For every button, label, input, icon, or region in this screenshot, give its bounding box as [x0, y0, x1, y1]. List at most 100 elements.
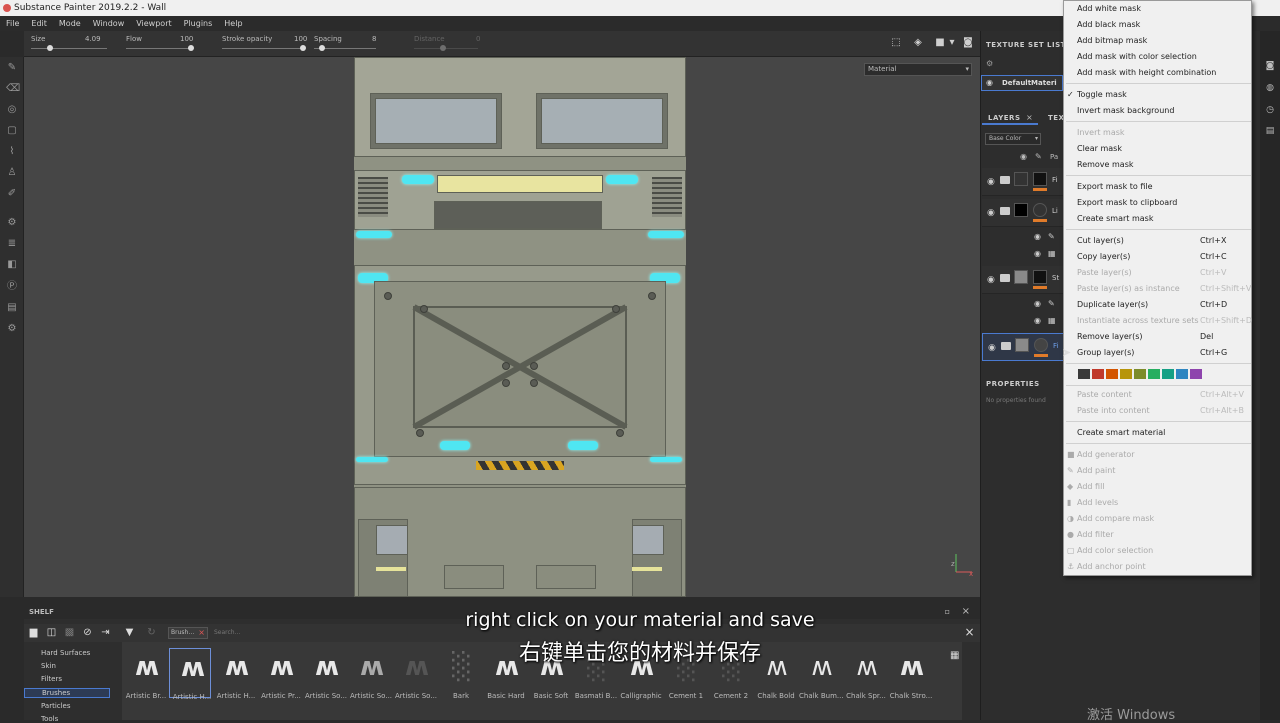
menu-cut-layers[interactable]: Cut layer(s): [1077, 235, 1124, 247]
eye-icon[interactable]: ◉: [1034, 299, 1041, 308]
history-icon[interactable]: ◷: [1265, 105, 1275, 115]
menu-mode[interactable]: Mode: [53, 16, 87, 31]
eye-icon[interactable]: ◉: [1034, 249, 1041, 258]
shelf-category[interactable]: Filters: [41, 675, 62, 683]
stroke-opacity-slider[interactable]: [222, 48, 304, 49]
eye-icon[interactable]: ◉: [986, 78, 993, 87]
menu-duplicate-layers[interactable]: Duplicate layer(s): [1077, 299, 1148, 311]
shelf-search-input[interactable]: Search...: [214, 627, 954, 639]
layer-row[interactable]: ◉ St: [982, 266, 1064, 294]
filter-icon[interactable]: ▼: [124, 627, 135, 638]
brush-thumbnail[interactable]: ʍ Chalk Spr...: [844, 648, 886, 700]
hide-icon[interactable]: ⊘: [82, 627, 93, 638]
brush-thumbnail[interactable]: ʍ Artistic Br...: [124, 648, 166, 700]
flow-slider-knob[interactable]: [188, 45, 194, 51]
brush-thumbnail[interactable]: ʍ Chalk Bum...: [799, 648, 843, 700]
brush-thumbnail[interactable]: ʍ Artistic H...: [214, 648, 256, 700]
sub-layer-row[interactable]: ◉ ▦: [1032, 313, 1064, 329]
shelf-category[interactable]: Hard Surfaces: [41, 649, 90, 657]
color-swatch[interactable]: [1106, 369, 1118, 379]
size-slider[interactable]: [31, 48, 107, 49]
brush-thumbnail-selected[interactable]: ʍ Artistic H...: [169, 648, 211, 701]
shelf-category[interactable]: Particles: [41, 702, 71, 710]
layer-row[interactable]: ◉ Fi: [982, 168, 1064, 196]
import-icon[interactable]: ⇥: [100, 627, 111, 638]
color-swatch[interactable]: [1134, 369, 1146, 379]
eye-icon[interactable]: ◉: [1020, 152, 1027, 161]
stack-icon[interactable]: ≣: [6, 238, 18, 250]
eye-icon[interactable]: ◉: [1034, 232, 1041, 241]
menu-edit[interactable]: Edit: [25, 16, 53, 31]
menu-add-black-mask[interactable]: Add black mask: [1077, 19, 1140, 31]
screenshot-icon[interactable]: ◙: [962, 37, 974, 49]
brush-thumbnail[interactable]: ʍ Artistic So...: [304, 648, 347, 700]
grid-view-icon[interactable]: ▦: [950, 650, 959, 661]
brush-thumbnail[interactable]: ʍ Chalk Stro...: [889, 648, 933, 700]
brush-thumbnail[interactable]: ʍ Artistic Pr...: [259, 648, 301, 700]
menu-create-smart-material[interactable]: Create smart material: [1077, 427, 1165, 439]
menu-group-layers[interactable]: Group layer(s): [1077, 347, 1134, 359]
polygon-fill-icon[interactable]: ▢: [6, 125, 18, 137]
menu-export-mask-file[interactable]: Export mask to file: [1077, 181, 1153, 193]
settings-icon[interactable]: ⚙: [6, 217, 18, 229]
log-icon[interactable]: ▤: [1265, 126, 1275, 136]
menu-plugins[interactable]: Plugins: [178, 16, 219, 31]
menu-remove-mask[interactable]: Remove mask: [1077, 159, 1134, 171]
eye-icon[interactable]: ◉: [987, 275, 995, 285]
menu-help[interactable]: Help: [218, 16, 248, 31]
layers-icon[interactable]: ◧: [6, 259, 18, 271]
menu-create-smart-mask[interactable]: Create smart mask: [1077, 213, 1153, 225]
color-swatch[interactable]: [1120, 369, 1132, 379]
menu-toggle-mask[interactable]: Toggle mask: [1077, 89, 1127, 101]
color-swatch[interactable]: [1148, 369, 1160, 379]
close-icon[interactable]: ×: [964, 626, 975, 638]
brush-thumbnail[interactable]: ░ Cement 1: [664, 648, 706, 700]
new-folder-icon[interactable]: ◫: [46, 627, 57, 638]
menu-export-mask-clipboard[interactable]: Export mask to clipboard: [1077, 197, 1177, 209]
eye-icon[interactable]: ◉: [988, 343, 996, 353]
color-swatch[interactable]: [1078, 369, 1090, 379]
clone-icon[interactable]: ♙: [6, 167, 18, 179]
menu-remove-layers[interactable]: Remove layer(s): [1077, 331, 1143, 343]
menu-copy-layers[interactable]: Copy layer(s): [1077, 251, 1130, 263]
document-icon[interactable]: ▤: [6, 302, 18, 314]
color-swatch[interactable]: [1176, 369, 1188, 379]
viewport-material-dropdown[interactable]: Material ▾: [864, 63, 972, 76]
eye-icon[interactable]: ◉: [987, 177, 995, 187]
sub-layer-row[interactable]: ◉ ▦: [1032, 246, 1064, 262]
menu-add-mask-color-selection[interactable]: Add mask with color selection: [1077, 51, 1197, 63]
sub-layer-row[interactable]: ◉ ✎: [1032, 296, 1064, 312]
close-icon[interactable]: ×: [1026, 113, 1033, 122]
shelf-category[interactable]: Tools: [41, 715, 58, 723]
texture-set-item[interactable]: ◉ DefaultMateri: [981, 75, 1063, 91]
filter-tag-brushes[interactable]: Brush… ×: [168, 627, 208, 639]
environment-icon[interactable]: ◍: [1265, 83, 1275, 93]
display-mode-icon[interactable]: ▾: [946, 37, 958, 49]
brush-thumbnail[interactable]: ʍ Basic Hard: [484, 648, 526, 700]
paint-brush-icon[interactable]: ✎: [6, 62, 18, 74]
spacing-param[interactable]: Spacing 8: [314, 33, 380, 55]
flow-slider[interactable]: [126, 48, 192, 49]
gear-icon[interactable]: ⚙: [6, 323, 18, 335]
close-icon[interactable]: ×: [962, 606, 970, 617]
layer-row-selected[interactable]: ◉ Fi: [982, 333, 1064, 361]
spacing-slider-knob[interactable]: [319, 45, 325, 51]
settings-icon[interactable]: ⚙: [986, 59, 993, 68]
camera-video-icon[interactable]: ■: [934, 37, 946, 49]
shelf-category-selected[interactable]: Brushes: [24, 688, 110, 698]
brush-thumbnail[interactable]: ʍ Calligraphic: [619, 648, 661, 700]
projection-icon[interactable]: ◎: [6, 104, 18, 116]
color-picker-icon[interactable]: ✐: [6, 188, 18, 200]
brush-thumbnail[interactable]: ʍ Chalk Bold: [754, 648, 796, 700]
float-icon[interactable]: ▫: [945, 607, 950, 616]
frame-icon[interactable]: ⬚: [890, 37, 902, 49]
eye-icon[interactable]: ◉: [987, 208, 995, 218]
color-swatch[interactable]: [1190, 369, 1202, 379]
eraser-icon[interactable]: ⌫: [6, 83, 20, 95]
refresh-icon[interactable]: ↻: [146, 627, 157, 638]
stroke-opacity-param[interactable]: Stroke opacity 100: [222, 33, 310, 55]
photoshop-icon[interactable]: Ⓟ: [6, 281, 18, 293]
smudge-icon[interactable]: ⌇: [6, 146, 18, 158]
layer-row[interactable]: ◉ Li: [982, 199, 1064, 227]
brush-thumbnail[interactable]: ʍ Basic Soft: [529, 648, 571, 700]
